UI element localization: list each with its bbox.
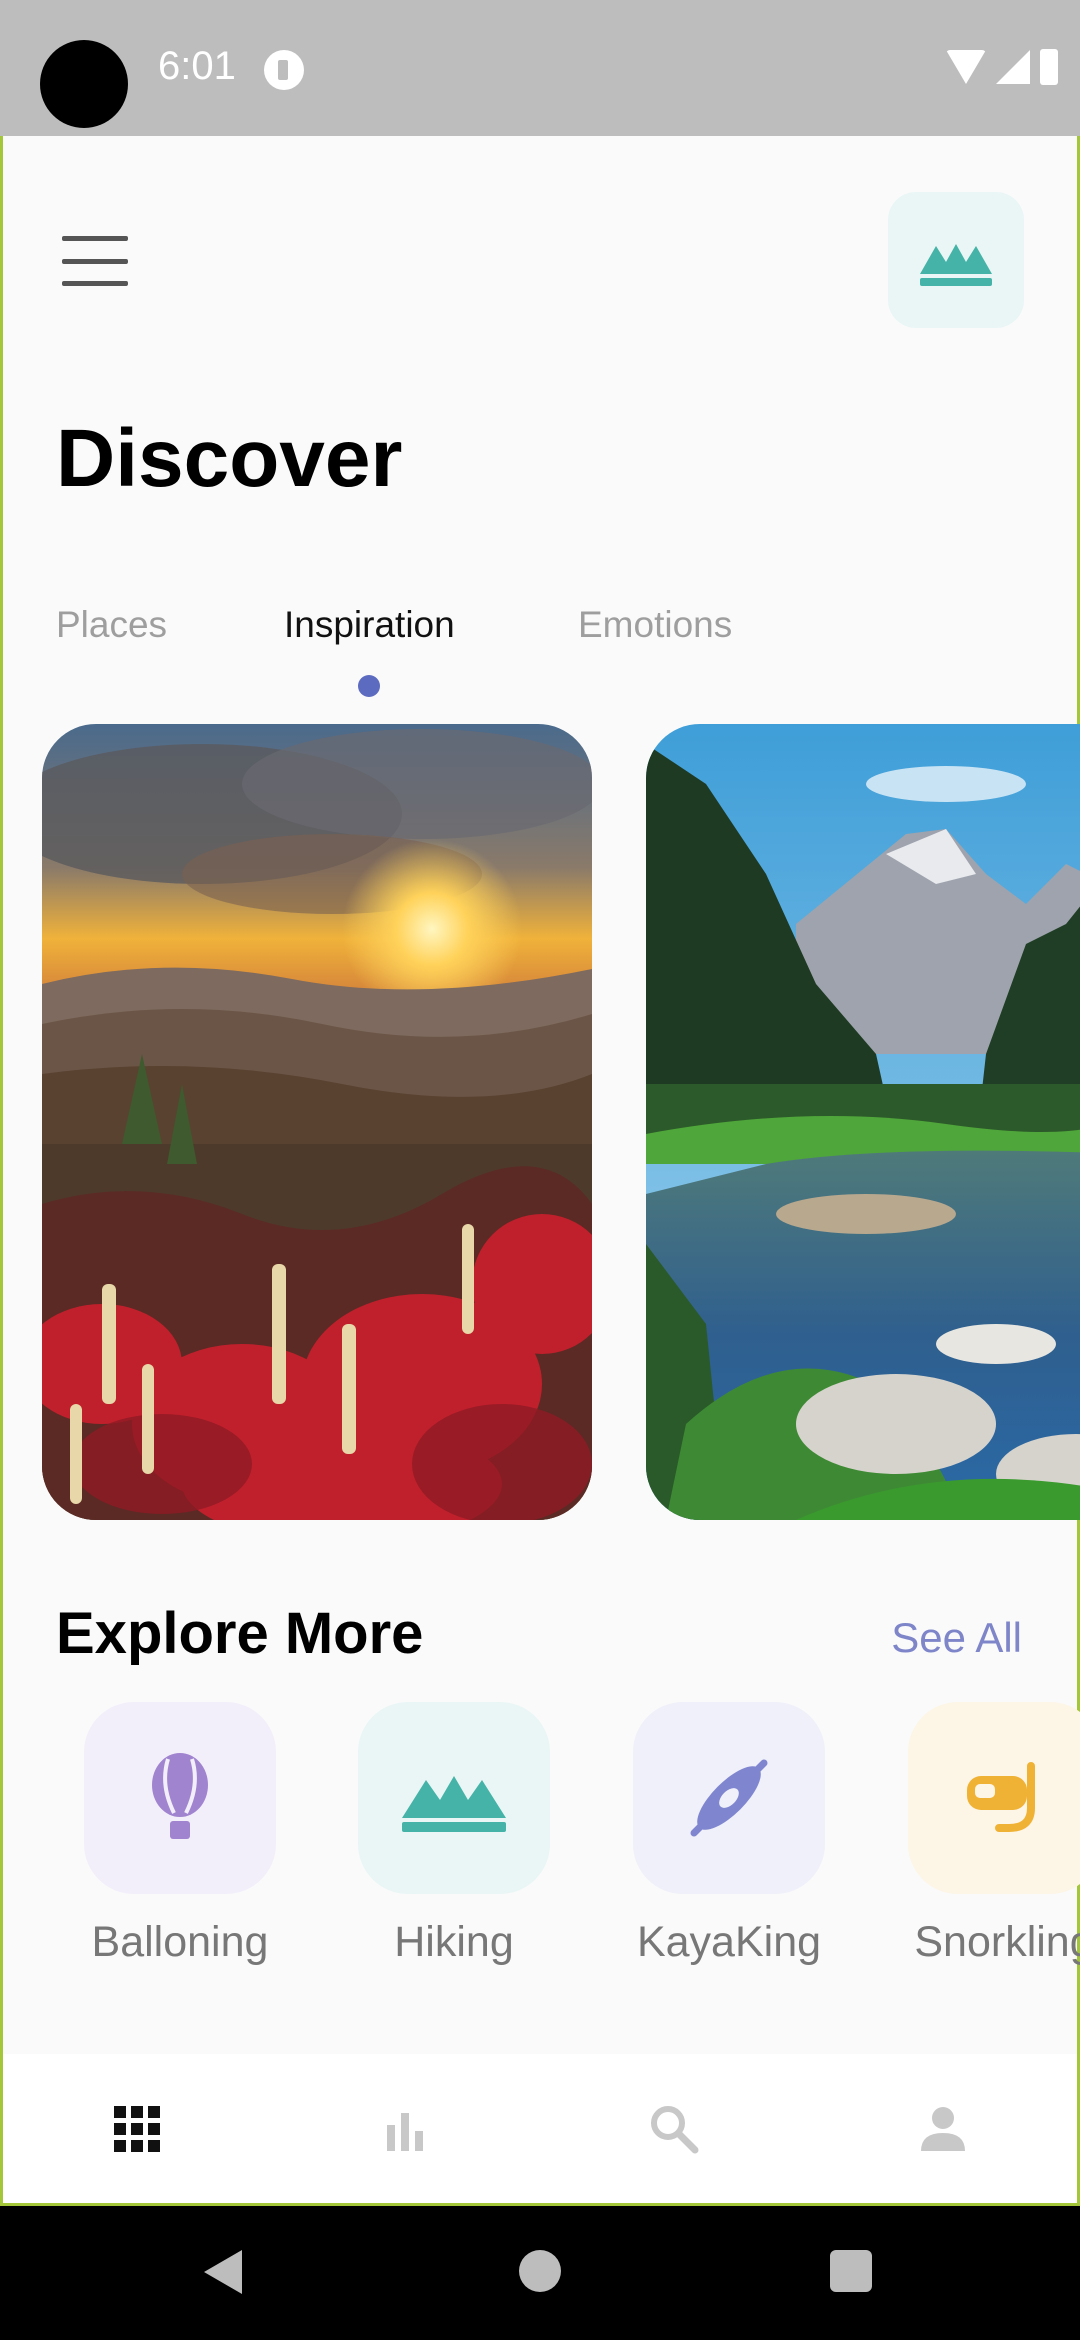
section-title: Explore More [56,1601,424,1666]
notification-icon [264,50,304,90]
hamburger-menu-icon[interactable] [62,236,128,286]
category-label: Balloning [91,1918,269,1966]
status-icons [946,44,1058,90]
mountain-river-image [646,724,1080,1520]
snorkel-mask-icon [967,1762,1035,1832]
category-label: Snorkling [914,1918,1080,1966]
back-icon[interactable] [204,2250,242,2294]
hot-air-balloon-icon [152,1753,208,1839]
category-kayaking[interactable]: KayaKing [633,1702,825,1966]
tab-emotions[interactable]: Emotions [578,604,732,646]
page-title: Discover [56,413,403,504]
mountain-icon [402,1776,506,1832]
sunset-meadow-image [42,724,592,1520]
category-label: Hiking [394,1918,514,1966]
grid-icon [114,2105,160,2152]
category-label: KayaKing [636,1918,822,1966]
category-tile [358,1702,550,1894]
search-icon [651,2105,699,2153]
nav-home[interactable] [3,2054,271,2203]
nav-profile[interactable] [809,2054,1077,2203]
see-all-link[interactable]: See All [891,1614,1022,1662]
mountain-icon [920,244,992,286]
battery-icon [1040,49,1058,85]
inspiration-card[interactable] [42,724,592,1520]
bar-chart-icon [387,2112,423,2151]
inspiration-card[interactable] [646,724,1080,1520]
frame-border-left [0,136,3,2206]
kayak-icon [690,1759,768,1837]
category-tile [633,1702,825,1894]
person-icon [921,2106,965,2151]
tab-inspiration[interactable]: Inspiration [284,604,455,646]
recent-apps-icon[interactable] [830,2250,872,2292]
status-bar: 6:01 [0,0,1080,136]
wifi-icon [946,50,986,84]
category-snorkeling[interactable]: Snorkling [908,1702,1080,1966]
category-tile [84,1702,276,1894]
category-hiking[interactable]: Hiking [358,1702,550,1966]
nav-search[interactable] [540,2054,808,2203]
tab-places[interactable]: Places [56,604,167,646]
system-navigation-bar [0,2206,1080,2340]
home-icon[interactable] [519,2250,561,2292]
nav-stats[interactable] [271,2054,539,2203]
signal-icon [996,50,1030,84]
category-ballooning[interactable]: Balloning [84,1702,276,1966]
profile-button[interactable] [888,192,1024,328]
category-tile [908,1702,1080,1894]
active-tab-indicator [358,675,380,697]
bottom-navigation [3,2054,1077,2203]
camera-cutout [40,40,128,128]
status-time: 6:01 [158,44,236,88]
